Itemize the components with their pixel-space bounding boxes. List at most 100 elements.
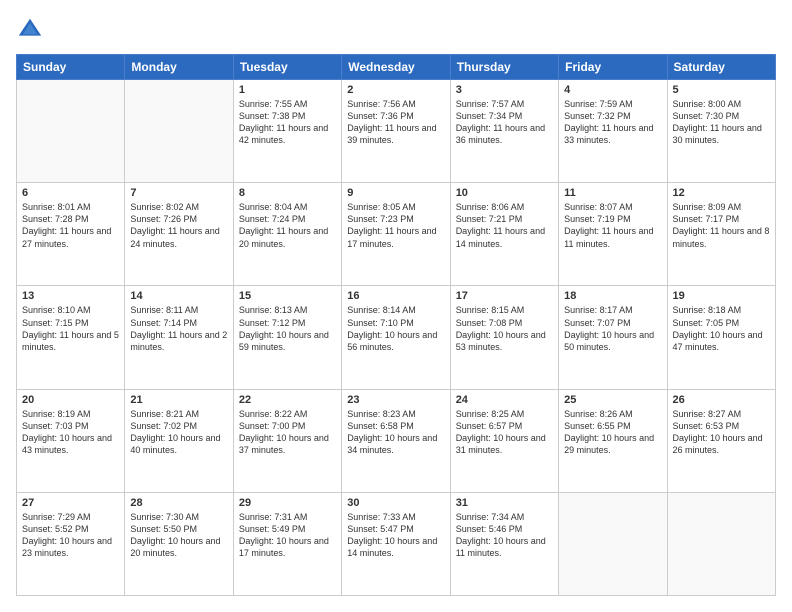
cell-details: Sunrise: 7:30 AMSunset: 5:50 PMDaylight:… bbox=[130, 511, 227, 560]
calendar-cell: 3 Sunrise: 7:57 AMSunset: 7:34 PMDaylight… bbox=[450, 80, 558, 183]
calendar-cell: 9 Sunrise: 8:05 AMSunset: 7:23 PMDaylight… bbox=[342, 183, 450, 286]
cell-details: Sunrise: 8:27 AMSunset: 6:53 PMDaylight:… bbox=[673, 408, 770, 457]
cell-details: Sunrise: 8:19 AMSunset: 7:03 PMDaylight:… bbox=[22, 408, 119, 457]
cell-details: Sunrise: 7:29 AMSunset: 5:52 PMDaylight:… bbox=[22, 511, 119, 560]
cell-details: Sunrise: 8:00 AMSunset: 7:30 PMDaylight:… bbox=[673, 98, 770, 147]
day-number: 23 bbox=[347, 394, 444, 406]
calendar-week-row: 1 Sunrise: 7:55 AMSunset: 7:38 PMDaylight… bbox=[17, 80, 776, 183]
cell-details: Sunrise: 8:22 AMSunset: 7:00 PMDaylight:… bbox=[239, 408, 336, 457]
calendar-cell: 31Sunrise: 7:34 AMSunset: 5:46 PMDayligh… bbox=[450, 492, 558, 595]
cell-details: Sunrise: 8:06 AMSunset: 7:21 PMDaylight:… bbox=[456, 201, 553, 250]
calendar-day-header: Saturday bbox=[667, 55, 775, 80]
day-number: 10 bbox=[456, 187, 553, 199]
day-number: 26 bbox=[673, 394, 770, 406]
cell-details: Sunrise: 7:57 AMSunset: 7:34 PMDaylight:… bbox=[456, 98, 553, 147]
calendar-cell: 1 Sunrise: 7:55 AMSunset: 7:38 PMDaylight… bbox=[233, 80, 341, 183]
calendar-cell: 23 Sunrise: 8:23 AMSunset: 6:58 PMDayligh… bbox=[342, 389, 450, 492]
day-number: 25 bbox=[564, 394, 661, 406]
logo-icon bbox=[16, 16, 44, 44]
calendar-cell: 20 Sunrise: 8:19 AMSunset: 7:03 PMDayligh… bbox=[17, 389, 125, 492]
cell-details: Sunrise: 8:07 AMSunset: 7:19 PMDaylight:… bbox=[564, 201, 661, 250]
day-number: 4 bbox=[564, 84, 661, 96]
day-number: 12 bbox=[673, 187, 770, 199]
day-number: 3 bbox=[456, 84, 553, 96]
cell-details: Sunrise: 8:11 AMSunset: 7:14 PMDaylight:… bbox=[130, 304, 227, 353]
day-number: 20 bbox=[22, 394, 119, 406]
calendar-week-row: 27Sunrise: 7:29 AMSunset: 5:52 PMDayligh… bbox=[17, 492, 776, 595]
calendar-week-row: 20 Sunrise: 8:19 AMSunset: 7:03 PMDayligh… bbox=[17, 389, 776, 492]
cell-details: Sunrise: 8:14 AMSunset: 7:10 PMDaylight:… bbox=[347, 304, 444, 353]
calendar-cell: 26 Sunrise: 8:27 AMSunset: 6:53 PMDayligh… bbox=[667, 389, 775, 492]
cell-details: Sunrise: 7:55 AMSunset: 7:38 PMDaylight:… bbox=[239, 98, 336, 147]
day-number: 6 bbox=[22, 187, 119, 199]
cell-details: Sunrise: 8:15 AMSunset: 7:08 PMDaylight:… bbox=[456, 304, 553, 353]
cell-details: Sunrise: 7:33 AMSunset: 5:47 PMDaylight:… bbox=[347, 511, 444, 560]
calendar-cell: 29 Sunrise: 7:31 AMSunset: 5:49 PMDayligh… bbox=[233, 492, 341, 595]
day-number: 24 bbox=[456, 394, 553, 406]
page: SundayMondayTuesdayWednesdayThursdayFrid… bbox=[0, 0, 792, 612]
day-number: 17 bbox=[456, 290, 553, 302]
calendar-week-row: 13 Sunrise: 8:10 AMSunset: 7:15 PMDayligh… bbox=[17, 286, 776, 389]
cell-details: Sunrise: 8:18 AMSunset: 7:05 PMDaylight:… bbox=[673, 304, 770, 353]
day-number: 30 bbox=[347, 497, 444, 509]
calendar-cell: 5 Sunrise: 8:00 AMSunset: 7:30 PMDaylight… bbox=[667, 80, 775, 183]
logo bbox=[16, 16, 48, 44]
cell-details: Sunrise: 7:31 AMSunset: 5:49 PMDaylight:… bbox=[239, 511, 336, 560]
day-number: 18 bbox=[564, 290, 661, 302]
cell-details: Sunrise: 8:04 AMSunset: 7:24 PMDaylight:… bbox=[239, 201, 336, 250]
day-number: 7 bbox=[130, 187, 227, 199]
calendar-cell: 22Sunrise: 8:22 AMSunset: 7:00 PMDayligh… bbox=[233, 389, 341, 492]
calendar-day-header: Monday bbox=[125, 55, 233, 80]
calendar-cell bbox=[559, 492, 667, 595]
day-number: 5 bbox=[673, 84, 770, 96]
calendar-cell: 4 Sunrise: 7:59 AMSunset: 7:32 PMDaylight… bbox=[559, 80, 667, 183]
calendar-day-header: Sunday bbox=[17, 55, 125, 80]
day-number: 2 bbox=[347, 84, 444, 96]
calendar-cell: 13 Sunrise: 8:10 AMSunset: 7:15 PMDayligh… bbox=[17, 286, 125, 389]
calendar-day-header: Wednesday bbox=[342, 55, 450, 80]
calendar-table: SundayMondayTuesdayWednesdayThursdayFrid… bbox=[16, 54, 776, 596]
day-number: 29 bbox=[239, 497, 336, 509]
cell-details: Sunrise: 8:01 AMSunset: 7:28 PMDaylight:… bbox=[22, 201, 119, 250]
calendar-cell: 15 Sunrise: 8:13 AMSunset: 7:12 PMDayligh… bbox=[233, 286, 341, 389]
calendar-cell: 11 Sunrise: 8:07 AMSunset: 7:19 PMDayligh… bbox=[559, 183, 667, 286]
cell-details: Sunrise: 8:23 AMSunset: 6:58 PMDaylight:… bbox=[347, 408, 444, 457]
cell-details: Sunrise: 8:26 AMSunset: 6:55 PMDaylight:… bbox=[564, 408, 661, 457]
calendar-cell: 2Sunrise: 7:56 AMSunset: 7:36 PMDaylight… bbox=[342, 80, 450, 183]
calendar-cell: 12 Sunrise: 8:09 AMSunset: 7:17 PMDayligh… bbox=[667, 183, 775, 286]
cell-details: Sunrise: 7:59 AMSunset: 7:32 PMDaylight:… bbox=[564, 98, 661, 147]
calendar-week-row: 6 Sunrise: 8:01 AMSunset: 7:28 PMDaylight… bbox=[17, 183, 776, 286]
day-number: 9 bbox=[347, 187, 444, 199]
cell-details: Sunrise: 8:25 AMSunset: 6:57 PMDaylight:… bbox=[456, 408, 553, 457]
day-number: 16 bbox=[347, 290, 444, 302]
cell-details: Sunrise: 8:17 AMSunset: 7:07 PMDaylight:… bbox=[564, 304, 661, 353]
cell-details: Sunrise: 8:13 AMSunset: 7:12 PMDaylight:… bbox=[239, 304, 336, 353]
calendar-cell: 25 Sunrise: 8:26 AMSunset: 6:55 PMDayligh… bbox=[559, 389, 667, 492]
calendar-cell: 27Sunrise: 7:29 AMSunset: 5:52 PMDayligh… bbox=[17, 492, 125, 595]
day-number: 8 bbox=[239, 187, 336, 199]
header bbox=[16, 16, 776, 44]
calendar-day-header: Friday bbox=[559, 55, 667, 80]
cell-details: Sunrise: 8:05 AMSunset: 7:23 PMDaylight:… bbox=[347, 201, 444, 250]
day-number: 1 bbox=[239, 84, 336, 96]
day-number: 19 bbox=[673, 290, 770, 302]
calendar-cell: 6 Sunrise: 8:01 AMSunset: 7:28 PMDaylight… bbox=[17, 183, 125, 286]
calendar-day-header: Tuesday bbox=[233, 55, 341, 80]
day-number: 15 bbox=[239, 290, 336, 302]
day-number: 13 bbox=[22, 290, 119, 302]
cell-details: Sunrise: 8:10 AMSunset: 7:15 PMDaylight:… bbox=[22, 304, 119, 353]
calendar-day-header: Thursday bbox=[450, 55, 558, 80]
cell-details: Sunrise: 8:02 AMSunset: 7:26 PMDaylight:… bbox=[130, 201, 227, 250]
cell-details: Sunrise: 8:09 AMSunset: 7:17 PMDaylight:… bbox=[673, 201, 770, 250]
calendar-cell: 14Sunrise: 8:11 AMSunset: 7:14 PMDayligh… bbox=[125, 286, 233, 389]
calendar-cell: 7 Sunrise: 8:02 AMSunset: 7:26 PMDaylight… bbox=[125, 183, 233, 286]
calendar-cell: 19 Sunrise: 8:18 AMSunset: 7:05 PMDayligh… bbox=[667, 286, 775, 389]
day-number: 28 bbox=[130, 497, 227, 509]
calendar-cell bbox=[125, 80, 233, 183]
day-number: 11 bbox=[564, 187, 661, 199]
calendar-cell: 8 Sunrise: 8:04 AMSunset: 7:24 PMDaylight… bbox=[233, 183, 341, 286]
calendar-cell: 16 Sunrise: 8:14 AMSunset: 7:10 PMDayligh… bbox=[342, 286, 450, 389]
cell-details: Sunrise: 7:34 AMSunset: 5:46 PMDaylight:… bbox=[456, 511, 553, 560]
calendar-cell: 28 Sunrise: 7:30 AMSunset: 5:50 PMDayligh… bbox=[125, 492, 233, 595]
calendar-cell bbox=[17, 80, 125, 183]
